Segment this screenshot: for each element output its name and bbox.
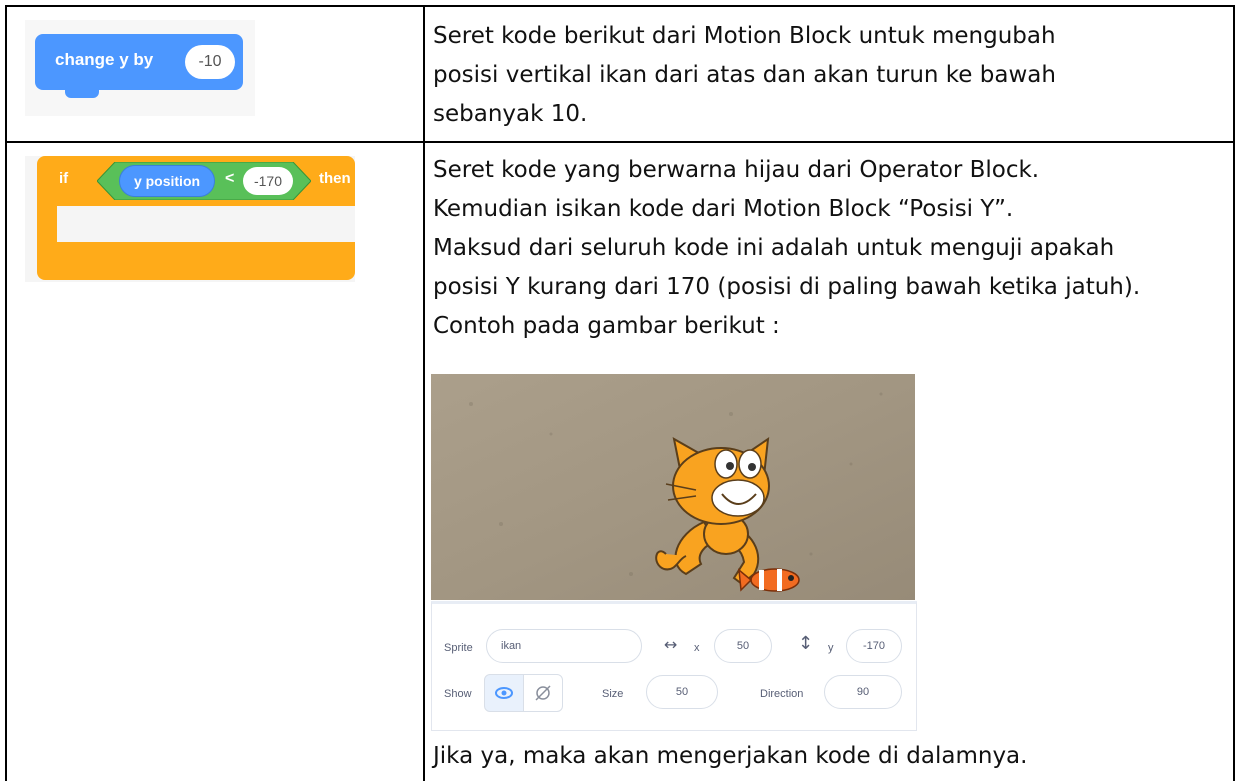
text-line: Seret kode berikut dari Motion Block unt…: [433, 23, 1056, 49]
text-line: posisi vertikal ikan dari atas dan akan …: [433, 62, 1056, 88]
text-line: Kemudian isikan kode dari Motion Block “…: [433, 196, 1014, 222]
stage-preview: [431, 374, 915, 600]
compare-value-input: -170: [243, 167, 293, 195]
direction-field[interactable]: 90: [824, 675, 902, 709]
change-y-block: change y by -10: [35, 34, 243, 90]
x-label: x: [694, 642, 700, 654]
size-label: Size: [602, 688, 624, 700]
if-block-header: if y position < -170 then: [37, 156, 355, 206]
document-table: change y by -10 Seret kode berikut dari …: [5, 5, 1235, 781]
size-field[interactable]: 50: [646, 675, 718, 709]
y-position-reporter: y position: [119, 165, 215, 197]
text-line: Jika ya, maka akan mengerjakan kode di d…: [433, 743, 1028, 769]
sprite-name-field[interactable]: ikan: [486, 629, 642, 663]
show-hidden-button[interactable]: [523, 674, 563, 712]
hidden-eye-icon: [535, 685, 551, 701]
operator-symbol: <: [225, 170, 235, 187]
y-field[interactable]: -170: [846, 629, 902, 663]
row2-footer: Jika ya, maka akan mengerjakan kode di d…: [433, 737, 1027, 776]
row2-description: Seret kode yang berwarna hijau dari Oper…: [433, 151, 1140, 346]
sprite-label: Sprite: [444, 642, 473, 654]
sprite-info-panel: Sprite ikan ↔ x 50 ↕ y -170 Show Size 50…: [431, 601, 917, 731]
y-label: y: [828, 642, 834, 654]
column-divider: [423, 143, 425, 781]
horizontal-arrows-icon: ↔: [664, 635, 678, 654]
table-row-1: change y by -10 Seret kode berikut dari …: [5, 5, 1235, 143]
show-label: Show: [444, 688, 472, 700]
row1-description: Seret kode berikut dari Motion Block unt…: [433, 17, 1056, 134]
text-line: Seret kode yang berwarna hijau dari Oper…: [433, 157, 1040, 183]
text-line: Contoh pada gambar berikut :: [433, 313, 780, 339]
then-label: then: [319, 170, 351, 187]
table-row-2: if y position < -170 then Seret kode yan…: [5, 141, 1235, 781]
column-divider: [423, 7, 425, 141]
x-field[interactable]: 50: [714, 629, 772, 663]
vertical-arrows-icon: ↕: [798, 633, 814, 654]
eye-icon: [495, 687, 513, 699]
show-visible-button[interactable]: [484, 674, 524, 712]
direction-label: Direction: [760, 688, 804, 700]
block-label: change y by: [55, 50, 154, 69]
text-line: sebanyak 10.: [433, 101, 588, 127]
stage-scene: [431, 374, 915, 600]
text-line: posisi Y kurang dari 170 (posisi di pali…: [433, 274, 1141, 300]
block-notch: [65, 90, 99, 98]
change-y-block-image: change y by -10: [25, 20, 255, 116]
if-block-footer: [37, 242, 355, 280]
if-label: if: [59, 170, 69, 187]
text-line: Maksud dari seluruh kode ini adalah untu…: [433, 235, 1115, 261]
block-value-input: -10: [185, 45, 235, 79]
if-block-image: if y position < -170 then: [25, 156, 355, 282]
